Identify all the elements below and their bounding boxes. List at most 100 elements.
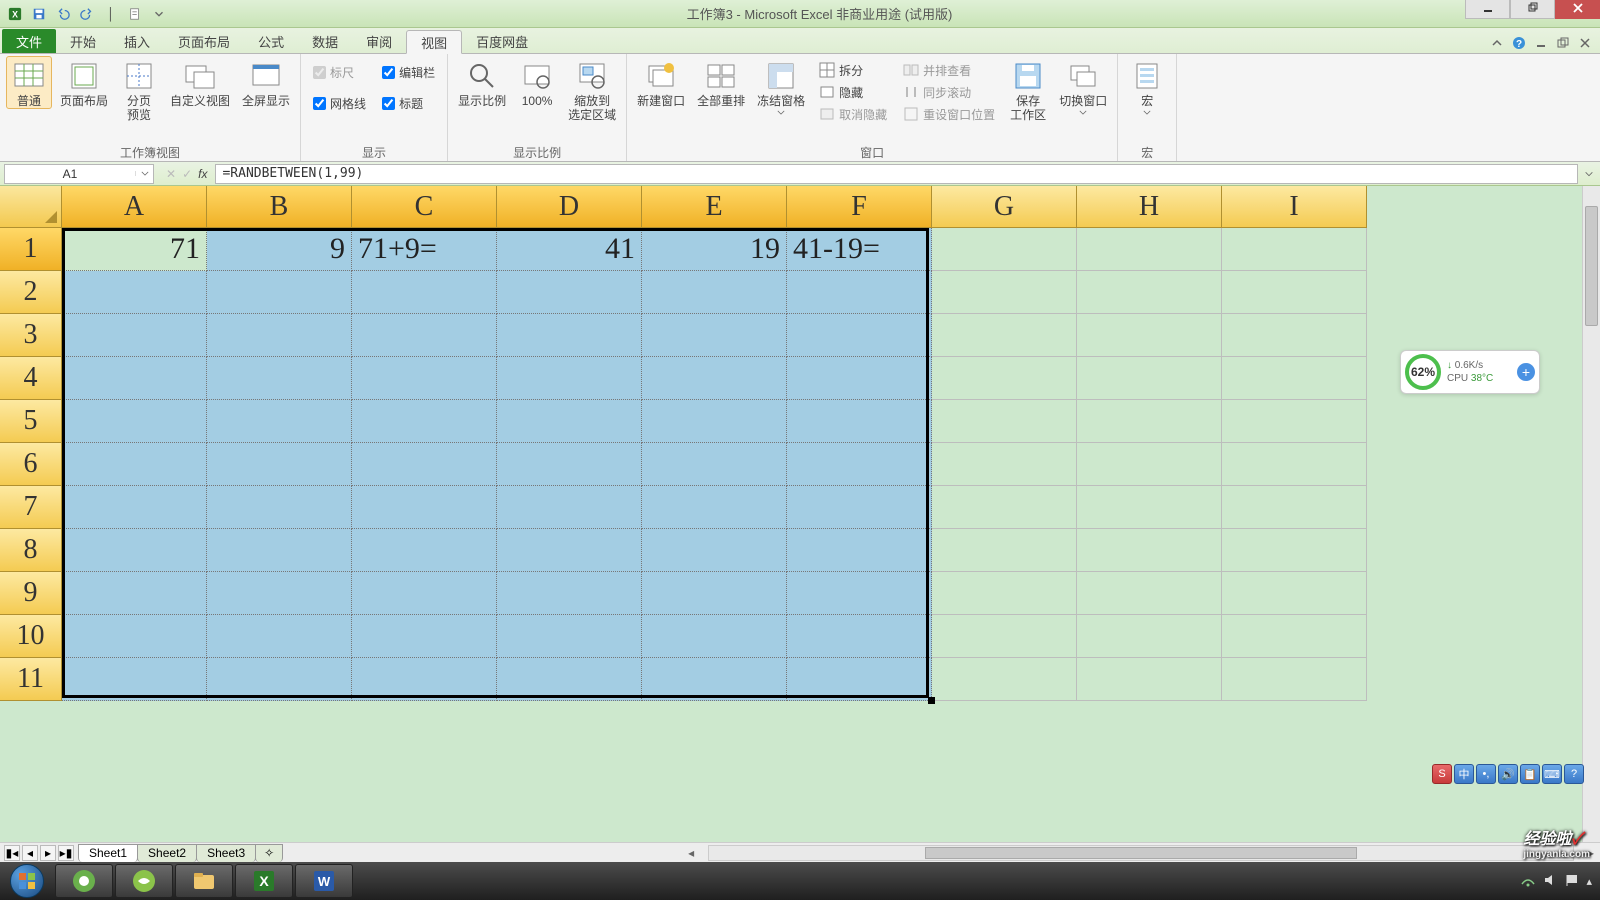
excel-app-icon[interactable]: X	[4, 3, 26, 25]
tab-insert[interactable]: 插入	[110, 29, 164, 53]
cell-F10[interactable]	[787, 615, 932, 658]
cell-A7[interactable]	[62, 486, 207, 529]
taskbar-app-2[interactable]	[115, 864, 173, 898]
ime-help-icon[interactable]: ?	[1564, 764, 1584, 784]
cell-H9[interactable]	[1077, 572, 1222, 615]
vertical-scrollbar[interactable]	[1582, 186, 1600, 842]
cell-A8[interactable]	[62, 529, 207, 572]
cell-E6[interactable]	[642, 443, 787, 486]
freeze-panes-button[interactable]: 冻结窗格	[753, 56, 809, 115]
cell-C4[interactable]	[352, 357, 497, 400]
cell-F2[interactable]	[787, 271, 932, 314]
cell-F8[interactable]	[787, 529, 932, 572]
cell-A6[interactable]	[62, 443, 207, 486]
tab-nav-first-icon[interactable]: ▮◂	[4, 845, 20, 861]
performance-widget[interactable]: 62% ↓ 0.6K/s CPU 38°C +	[1400, 350, 1540, 394]
save-icon[interactable]	[28, 3, 50, 25]
cell-C1[interactable]: 71+9=	[352, 228, 497, 271]
cell-G5[interactable]	[932, 400, 1077, 443]
cell-H6[interactable]	[1077, 443, 1222, 486]
cell-H1[interactable]	[1077, 228, 1222, 271]
cell-D4[interactable]	[497, 357, 642, 400]
tab-formulas[interactable]: 公式	[244, 29, 298, 53]
cell-G9[interactable]	[932, 572, 1077, 615]
page-layout-button[interactable]: 页面布局	[56, 56, 112, 108]
cell-F5[interactable]	[787, 400, 932, 443]
cell-B6[interactable]	[207, 443, 352, 486]
cell-G11[interactable]	[932, 658, 1077, 701]
cell-E7[interactable]	[642, 486, 787, 529]
cell-B3[interactable]	[207, 314, 352, 357]
cell-B7[interactable]	[207, 486, 352, 529]
cell-D8[interactable]	[497, 529, 642, 572]
system-tray[interactable]: ▴	[1512, 872, 1600, 891]
cell-C2[interactable]	[352, 271, 497, 314]
cell-E3[interactable]	[642, 314, 787, 357]
col-header-E[interactable]: E	[642, 186, 787, 228]
fill-handle[interactable]	[928, 697, 935, 704]
tray-volume-icon[interactable]	[1542, 872, 1558, 891]
cell-D5[interactable]	[497, 400, 642, 443]
cell-G1[interactable]	[932, 228, 1077, 271]
ime-punct-icon[interactable]: •,	[1476, 764, 1496, 784]
taskbar-app-1[interactable]	[55, 864, 113, 898]
cell-H7[interactable]	[1077, 486, 1222, 529]
cell-E10[interactable]	[642, 615, 787, 658]
cell-G7[interactable]	[932, 486, 1077, 529]
cell-D2[interactable]	[497, 271, 642, 314]
ime-sound-icon[interactable]: 🔊	[1498, 764, 1518, 784]
tab-data[interactable]: 数据	[298, 29, 352, 53]
cell-G10[interactable]	[932, 615, 1077, 658]
cell-C3[interactable]	[352, 314, 497, 357]
qat-customize-icon[interactable]	[148, 3, 170, 25]
tab-home[interactable]: 开始	[56, 29, 110, 53]
tab-nav-prev-icon[interactable]: ◂	[22, 845, 38, 861]
minimize-button[interactable]	[1465, 0, 1510, 19]
cell-A2[interactable]	[62, 271, 207, 314]
perf-expand-icon[interactable]: +	[1517, 363, 1535, 381]
cell-C7[interactable]	[352, 486, 497, 529]
row-header-4[interactable]: 4	[0, 357, 62, 400]
taskbar-explorer[interactable]	[175, 864, 233, 898]
col-header-C[interactable]: C	[352, 186, 497, 228]
page-break-preview-button[interactable]: 分页 预览	[116, 56, 162, 122]
col-header-D[interactable]: D	[497, 186, 642, 228]
cell-H10[interactable]	[1077, 615, 1222, 658]
doc-restore-icon[interactable]	[1556, 36, 1570, 53]
cell-B4[interactable]	[207, 357, 352, 400]
cell-D11[interactable]	[497, 658, 642, 701]
ribbon-minimize-icon[interactable]	[1490, 36, 1504, 53]
cell-E1[interactable]: 19	[642, 228, 787, 271]
cell-F9[interactable]	[787, 572, 932, 615]
ime-softkbd-icon[interactable]: 📋	[1520, 764, 1540, 784]
col-header-B[interactable]: B	[207, 186, 352, 228]
cell-I9[interactable]	[1222, 572, 1367, 615]
cell-B9[interactable]	[207, 572, 352, 615]
horizontal-scrollbar[interactable]	[708, 845, 1574, 861]
row-header-10[interactable]: 10	[0, 615, 62, 658]
row-header-3[interactable]: 3	[0, 314, 62, 357]
cells-grid[interactable]: 71971+9=411941-19=	[62, 228, 1582, 842]
redo-icon[interactable]	[76, 3, 98, 25]
arrange-all-button[interactable]: 全部重排	[693, 56, 749, 108]
sheet-tab-3[interactable]: Sheet3	[196, 844, 256, 862]
new-sheet-icon[interactable]: ✧	[255, 844, 283, 862]
tray-more-icon[interactable]: ▴	[1586, 875, 1592, 888]
cell-C8[interactable]	[352, 529, 497, 572]
cell-I7[interactable]	[1222, 486, 1367, 529]
cell-C9[interactable]	[352, 572, 497, 615]
new-window-button[interactable]: 新建窗口	[633, 56, 689, 108]
cell-I6[interactable]	[1222, 443, 1367, 486]
cell-E11[interactable]	[642, 658, 787, 701]
cell-I11[interactable]	[1222, 658, 1367, 701]
cell-I8[interactable]	[1222, 529, 1367, 572]
h-scroll-thumb[interactable]	[925, 847, 1357, 859]
cell-D7[interactable]	[497, 486, 642, 529]
row-header-9[interactable]: 9	[0, 572, 62, 615]
ime-lang-icon[interactable]: 中	[1454, 764, 1474, 784]
cell-C10[interactable]	[352, 615, 497, 658]
row-header-6[interactable]: 6	[0, 443, 62, 486]
cell-H4[interactable]	[1077, 357, 1222, 400]
headings-checkbox[interactable]: 标题	[382, 95, 435, 112]
formula-bar-checkbox[interactable]: 编辑栏	[382, 64, 435, 81]
